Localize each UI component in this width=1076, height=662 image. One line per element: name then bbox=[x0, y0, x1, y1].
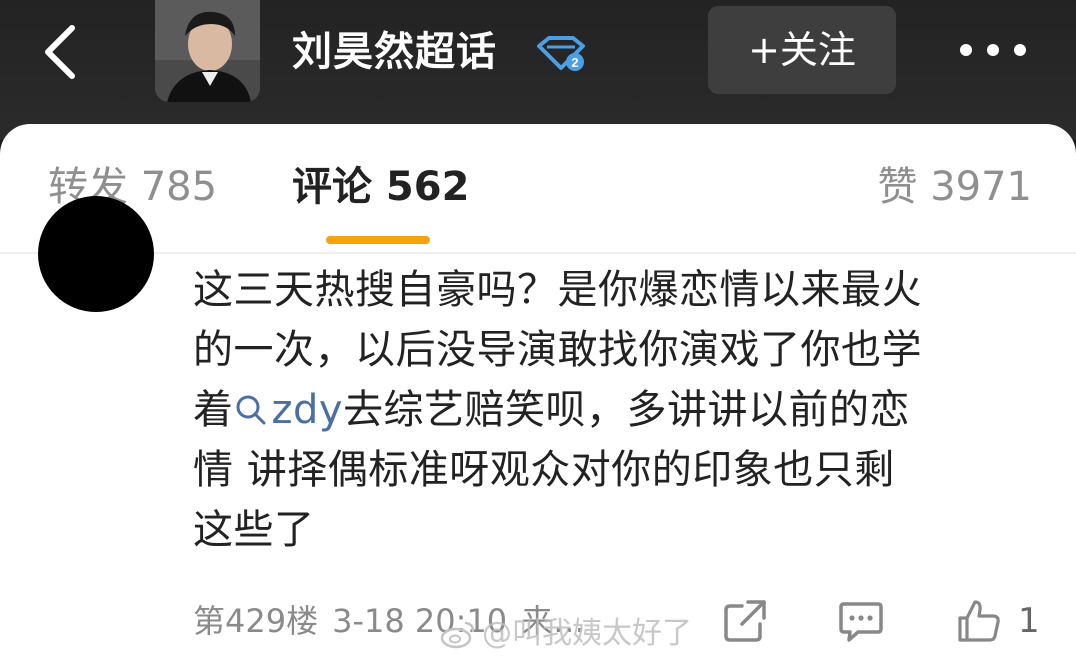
search-topic-link[interactable]: zdy bbox=[234, 387, 344, 433]
like-count: 1 bbox=[1018, 601, 1040, 641]
tab-likes[interactable]: 赞 3971 bbox=[877, 162, 1032, 212]
comment-text: 这三天热搜自豪吗？是你爆恋情以来最火 的一次，以后没导演敢找你演戏了你也学 着z… bbox=[193, 260, 1043, 560]
share-icon[interactable] bbox=[722, 598, 768, 644]
like-icon[interactable] bbox=[956, 598, 1002, 644]
active-tab-indicator bbox=[326, 236, 430, 244]
avatar[interactable] bbox=[155, 0, 260, 102]
comment-line: 情 讲择偶标准呀观众对你的印象也只剩 bbox=[193, 447, 895, 493]
top-bar: 刘昊然超话 2 +关注 bbox=[0, 0, 1076, 140]
comment-line: 这三天热搜自豪吗？是你爆恋情以来最火 bbox=[193, 267, 922, 313]
comment-text-fragment: 去综艺赔笑呗，多讲讲以前的恋 bbox=[343, 387, 911, 433]
floor-number: 第429楼 bbox=[193, 602, 319, 640]
level-badge-icon: 2 bbox=[535, 36, 587, 72]
mention-text: zdy bbox=[271, 387, 344, 433]
comment-line: 着 zdy去综艺赔笑呗，多讲讲以前的恋 bbox=[193, 380, 1043, 440]
watermark: @叫我姨太好了 bbox=[440, 614, 692, 654]
comment-line: 的一次，以后没导演敢找你演戏了你也学 bbox=[193, 327, 922, 373]
follow-button[interactable]: +关注 bbox=[708, 6, 896, 94]
back-icon[interactable] bbox=[38, 22, 86, 82]
watermark-text: @叫我姨太好了 bbox=[482, 616, 692, 651]
comment-text-fragment: 着 bbox=[193, 387, 234, 433]
weibo-icon bbox=[440, 621, 475, 649]
commenter-avatar[interactable] bbox=[38, 196, 154, 312]
page-title: 刘昊然超话 bbox=[292, 29, 497, 75]
search-icon bbox=[236, 395, 265, 425]
comment-line: 这些了 bbox=[193, 507, 315, 553]
tab-comments[interactable]: 评论 562 bbox=[292, 162, 469, 212]
comment-sheet: 转发 785 评论 562 赞 3971 这三天热搜自豪吗？是你爆恋情以来最火 … bbox=[0, 124, 1076, 662]
svg-text:2: 2 bbox=[571, 55, 578, 70]
divider bbox=[0, 252, 1076, 254]
comment-icon[interactable] bbox=[838, 598, 884, 644]
more-icon[interactable] bbox=[958, 30, 1028, 70]
